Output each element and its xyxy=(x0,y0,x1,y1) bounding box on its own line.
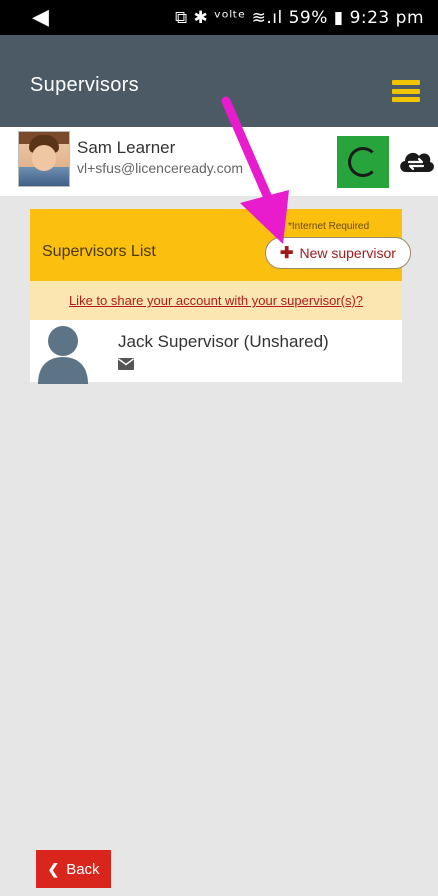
internet-required-note: *Internet Required xyxy=(288,221,370,232)
mail-icon[interactable] xyxy=(118,358,134,370)
spinner-icon xyxy=(348,147,378,177)
new-supervisor-button[interactable]: ✚ New supervisor xyxy=(265,237,411,269)
page-title: Supervisors xyxy=(30,74,139,96)
back-arrow-icon[interactable]: ◀ xyxy=(32,5,49,30)
chevron-left-icon: ❮ xyxy=(47,860,60,877)
user-bar: Sam Learner vl+sfus@licenceready.com xyxy=(0,127,438,196)
avatar xyxy=(18,131,70,187)
back-button-label: Back xyxy=(66,860,100,878)
cloud-sync-icon[interactable] xyxy=(397,145,435,175)
status-bar: ◀ ⧉ ✱ ᵛᵒˡᵗᵉ ≋.ıl 59% ▮ 9:23 pm xyxy=(0,0,438,35)
user-name: Sam Learner xyxy=(77,138,176,157)
status-indicators: ⧉ ✱ ᵛᵒˡᵗᵉ ≋.ıl 59% ▮ 9:23 pm xyxy=(174,8,424,28)
supervisors-panel: Supervisors List *Internet Required ✚ Ne… xyxy=(30,209,411,384)
app-header: Supervisors xyxy=(0,35,438,127)
plus-icon: ✚ xyxy=(280,245,294,262)
menu-icon[interactable] xyxy=(392,80,420,102)
sync-status-button[interactable] xyxy=(337,136,389,188)
supervisors-panel-header: Supervisors List *Internet Required ✚ Ne… xyxy=(30,209,411,281)
user-email: vl+sfus@licenceready.com xyxy=(77,160,244,176)
share-account-link[interactable]: Like to share your account with your sup… xyxy=(69,293,363,308)
share-account-row: Like to share your account with your sup… xyxy=(30,281,402,320)
list-item[interactable]: Jack Supervisor (Unshared) xyxy=(30,320,402,384)
back-button[interactable]: ❮ Back xyxy=(36,850,111,888)
supervisor-name: Jack Supervisor (Unshared) xyxy=(118,332,329,351)
person-icon xyxy=(38,326,88,384)
supervisors-list-title: Supervisors List xyxy=(42,243,156,260)
new-supervisor-label: New supervisor xyxy=(299,245,396,261)
